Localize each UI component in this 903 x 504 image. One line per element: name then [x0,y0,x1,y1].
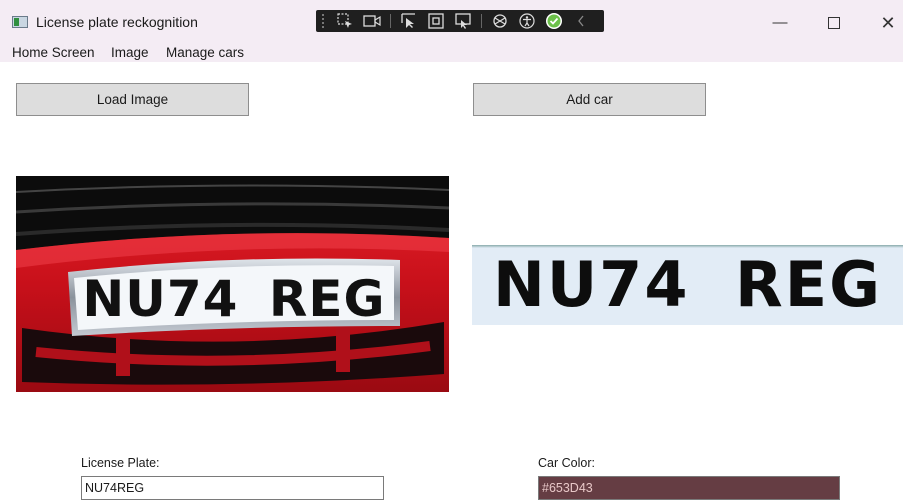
cropped-plate-text: NU74 REG [492,248,883,321]
hot-reload-icon[interactable] [491,12,509,30]
load-image-button[interactable]: Load Image [16,83,249,116]
checkmark-icon[interactable] [545,12,563,30]
menu-item-manage-cars[interactable]: Manage cars [166,44,244,62]
collapse-icon[interactable] [572,12,590,30]
car-color-field[interactable]: #653D43 [538,476,840,500]
car-front-illustration: NU74 REG [16,176,449,392]
toolbar-separator [390,14,391,28]
cropped-plate-image: NU74 REG [472,245,903,325]
toolbar-grip-icon[interactable] [322,14,328,28]
menu-bar: Home Screen Image Manage cars [0,44,903,62]
window-title: License plate reckognition [36,14,198,30]
app-window: License plate reckognition — ✕ Home Scre… [0,0,903,504]
menu-item-home-screen[interactable]: Home Screen [12,44,95,62]
app-icon [12,16,28,28]
minimize-button[interactable]: — [768,12,792,34]
debug-toolbar [316,10,604,32]
video-icon[interactable] [363,12,381,30]
accessibility-icon[interactable] [518,12,536,30]
pointer-icon[interactable] [400,12,418,30]
select-element-icon[interactable] [336,12,354,30]
close-button[interactable]: ✕ [876,12,900,34]
maximize-icon [828,17,840,30]
display-layout-icon[interactable] [454,12,472,30]
menu-item-image[interactable]: Image [111,44,149,62]
car-plate-text: NU74 REG [82,270,385,328]
title-bar: License plate reckognition — ✕ [0,0,903,44]
license-plate-label: License Plate: [81,456,160,470]
add-car-button[interactable]: Add car [473,83,706,116]
license-plate-input[interactable] [81,476,384,500]
maximize-button[interactable] [822,12,846,34]
box-icon[interactable] [427,12,445,30]
car-image: NU74 REG [16,176,449,392]
toolbar-separator [481,14,482,28]
car-color-label: Car Color: [538,456,595,470]
